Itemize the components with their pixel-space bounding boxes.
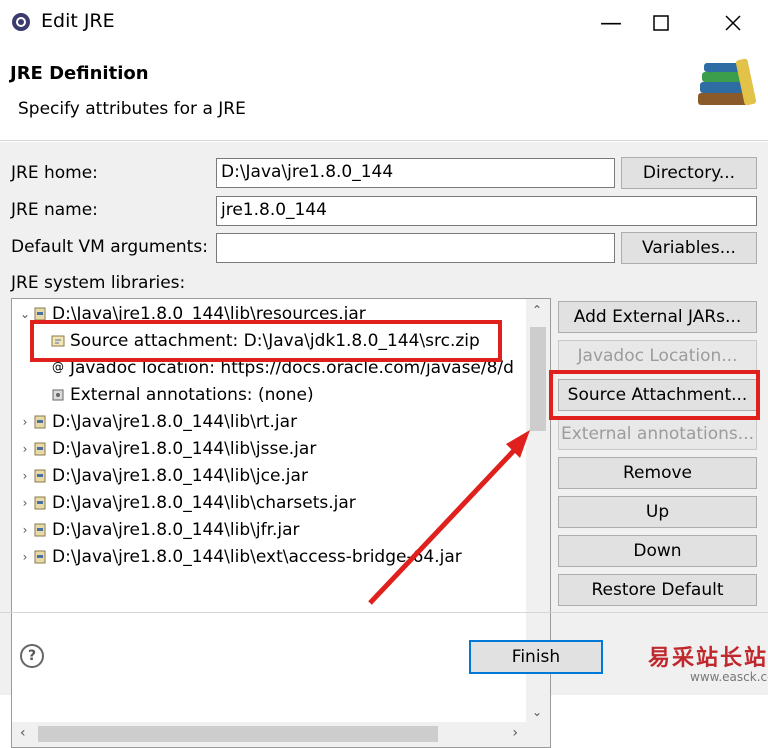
- up-button[interactable]: Up: [558, 496, 757, 528]
- scroll-left-icon[interactable]: ‹: [20, 725, 26, 741]
- wizard-header: JRE Definition Specify attributes for a …: [0, 45, 768, 141]
- scroll-down-icon[interactable]: ⌄: [532, 705, 542, 719]
- watermark-url: www.easck.com: [690, 670, 768, 684]
- tree-item-label: D:\Java\jre1.8.0_144\lib\rt.jar: [52, 411, 298, 432]
- tree-item-jce-jar[interactable]: › D:\Java\jre1.8.0_144\lib\jce.jar: [18, 462, 308, 489]
- watermark-text: 易采站长站: [648, 645, 768, 671]
- minimize-icon[interactable]: —: [588, 7, 634, 39]
- chevron-right-icon[interactable]: ›: [18, 415, 32, 429]
- header-title: JRE Definition: [10, 63, 149, 84]
- footer-separator: [0, 612, 768, 613]
- jar-icon: [34, 415, 46, 428]
- highlight-box-source-attachment: [30, 320, 502, 362]
- tree-item-label: D:\Java\jre1.8.0_144\lib\jsse.jar: [52, 438, 317, 459]
- vm-args-field[interactable]: [216, 233, 615, 263]
- tree-item-external-annotations[interactable]: External annotations: (none): [50, 381, 314, 408]
- add-external-jars-button[interactable]: Add External JARs...: [558, 301, 757, 333]
- annotations-icon: [52, 389, 64, 400]
- chevron-right-icon[interactable]: ›: [18, 442, 32, 456]
- jar-icon: [34, 442, 46, 455]
- close-icon[interactable]: [710, 7, 756, 39]
- remove-button[interactable]: Remove: [558, 457, 757, 489]
- jre-home-label: JRE home:: [11, 163, 98, 183]
- external-annotations-button[interactable]: External annotations...: [558, 418, 757, 450]
- annotation-arrow: [368, 430, 530, 605]
- scroll-right-icon[interactable]: ›: [512, 725, 518, 741]
- variables-button[interactable]: Variables...: [621, 232, 757, 264]
- libraries-label: JRE system libraries:: [11, 273, 186, 293]
- eclipse-gear-icon: [12, 13, 30, 31]
- highlight-box-source-button: [549, 370, 760, 420]
- tree-item-jsse-jar[interactable]: › D:\Java\jre1.8.0_144\lib\jsse.jar: [18, 435, 317, 462]
- down-button[interactable]: Down: [558, 535, 757, 567]
- chevron-right-icon[interactable]: ›: [18, 496, 32, 510]
- vertical-scroll-thumb[interactable]: [530, 327, 546, 431]
- jar-icon: [34, 523, 46, 536]
- restore-default-button[interactable]: Restore Default: [558, 574, 757, 606]
- finish-button[interactable]: Finish: [469, 640, 603, 674]
- maximize-icon[interactable]: [638, 7, 684, 39]
- jre-name-label: JRE name:: [11, 200, 98, 220]
- vm-args-label: Default VM arguments:: [11, 237, 208, 257]
- jre-home-field[interactable]: D:\Java\jre1.8.0_144: [216, 158, 615, 188]
- jar-icon: [34, 550, 46, 563]
- jar-icon: [34, 469, 46, 482]
- jre-books-icon: [698, 58, 757, 106]
- chevron-down-icon[interactable]: ⌄: [18, 307, 32, 321]
- jre-name-field[interactable]: jre1.8.0_144: [216, 196, 757, 226]
- tree-item-label: D:\Java\jre1.8.0_144\lib\jce.jar: [52, 465, 308, 486]
- help-icon[interactable]: ?: [20, 644, 44, 668]
- tree-item-jfr-jar[interactable]: › D:\Java\jre1.8.0_144\lib\jfr.jar: [18, 516, 300, 543]
- chevron-right-icon[interactable]: ›: [18, 550, 32, 564]
- directory-button[interactable]: Directory...: [621, 157, 757, 189]
- tree-item-charsets-jar[interactable]: › D:\Java\jre1.8.0_144\lib\charsets.jar: [18, 489, 356, 516]
- window-title: Edit JRE: [41, 10, 115, 32]
- jar-icon: [34, 496, 46, 509]
- header-subtitle: Specify attributes for a JRE: [18, 99, 246, 119]
- horizontal-scrollbar[interactable]: ‹ ›: [12, 722, 550, 747]
- scroll-up-icon[interactable]: ⌃: [532, 303, 542, 317]
- tree-item-rt-jar[interactable]: › D:\Java\jre1.8.0_144\lib\rt.jar: [18, 408, 297, 435]
- tree-item-label: D:\Java\jre1.8.0_144\lib\jfr.jar: [52, 519, 300, 540]
- horizontal-scroll-thumb[interactable]: [38, 726, 438, 742]
- title-bar: Edit JRE —: [0, 0, 768, 45]
- chevron-right-icon[interactable]: ›: [18, 523, 32, 537]
- javadoc-location-button[interactable]: Javadoc Location...: [558, 340, 757, 372]
- tree-item-label: D:\Java\jre1.8.0_144\lib\charsets.jar: [52, 492, 356, 513]
- tree-item-label: External annotations: (none): [70, 384, 314, 405]
- chevron-right-icon[interactable]: ›: [18, 469, 32, 483]
